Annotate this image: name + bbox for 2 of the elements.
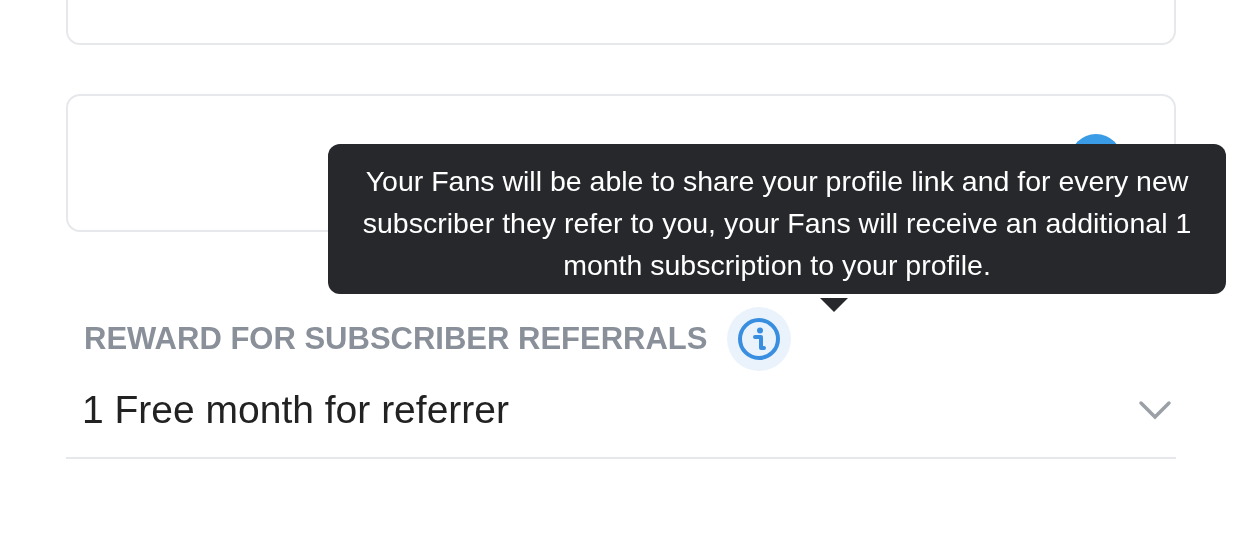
tooltip: Your Fans will be able to share your profile link and for every new subscriber they refer to you, your Fans will receive an additional 1 month subscription to your profile. — [328, 144, 1226, 294]
field-label: REWARD FOR SUBSCRIBER REFERRALS — [84, 320, 708, 358]
